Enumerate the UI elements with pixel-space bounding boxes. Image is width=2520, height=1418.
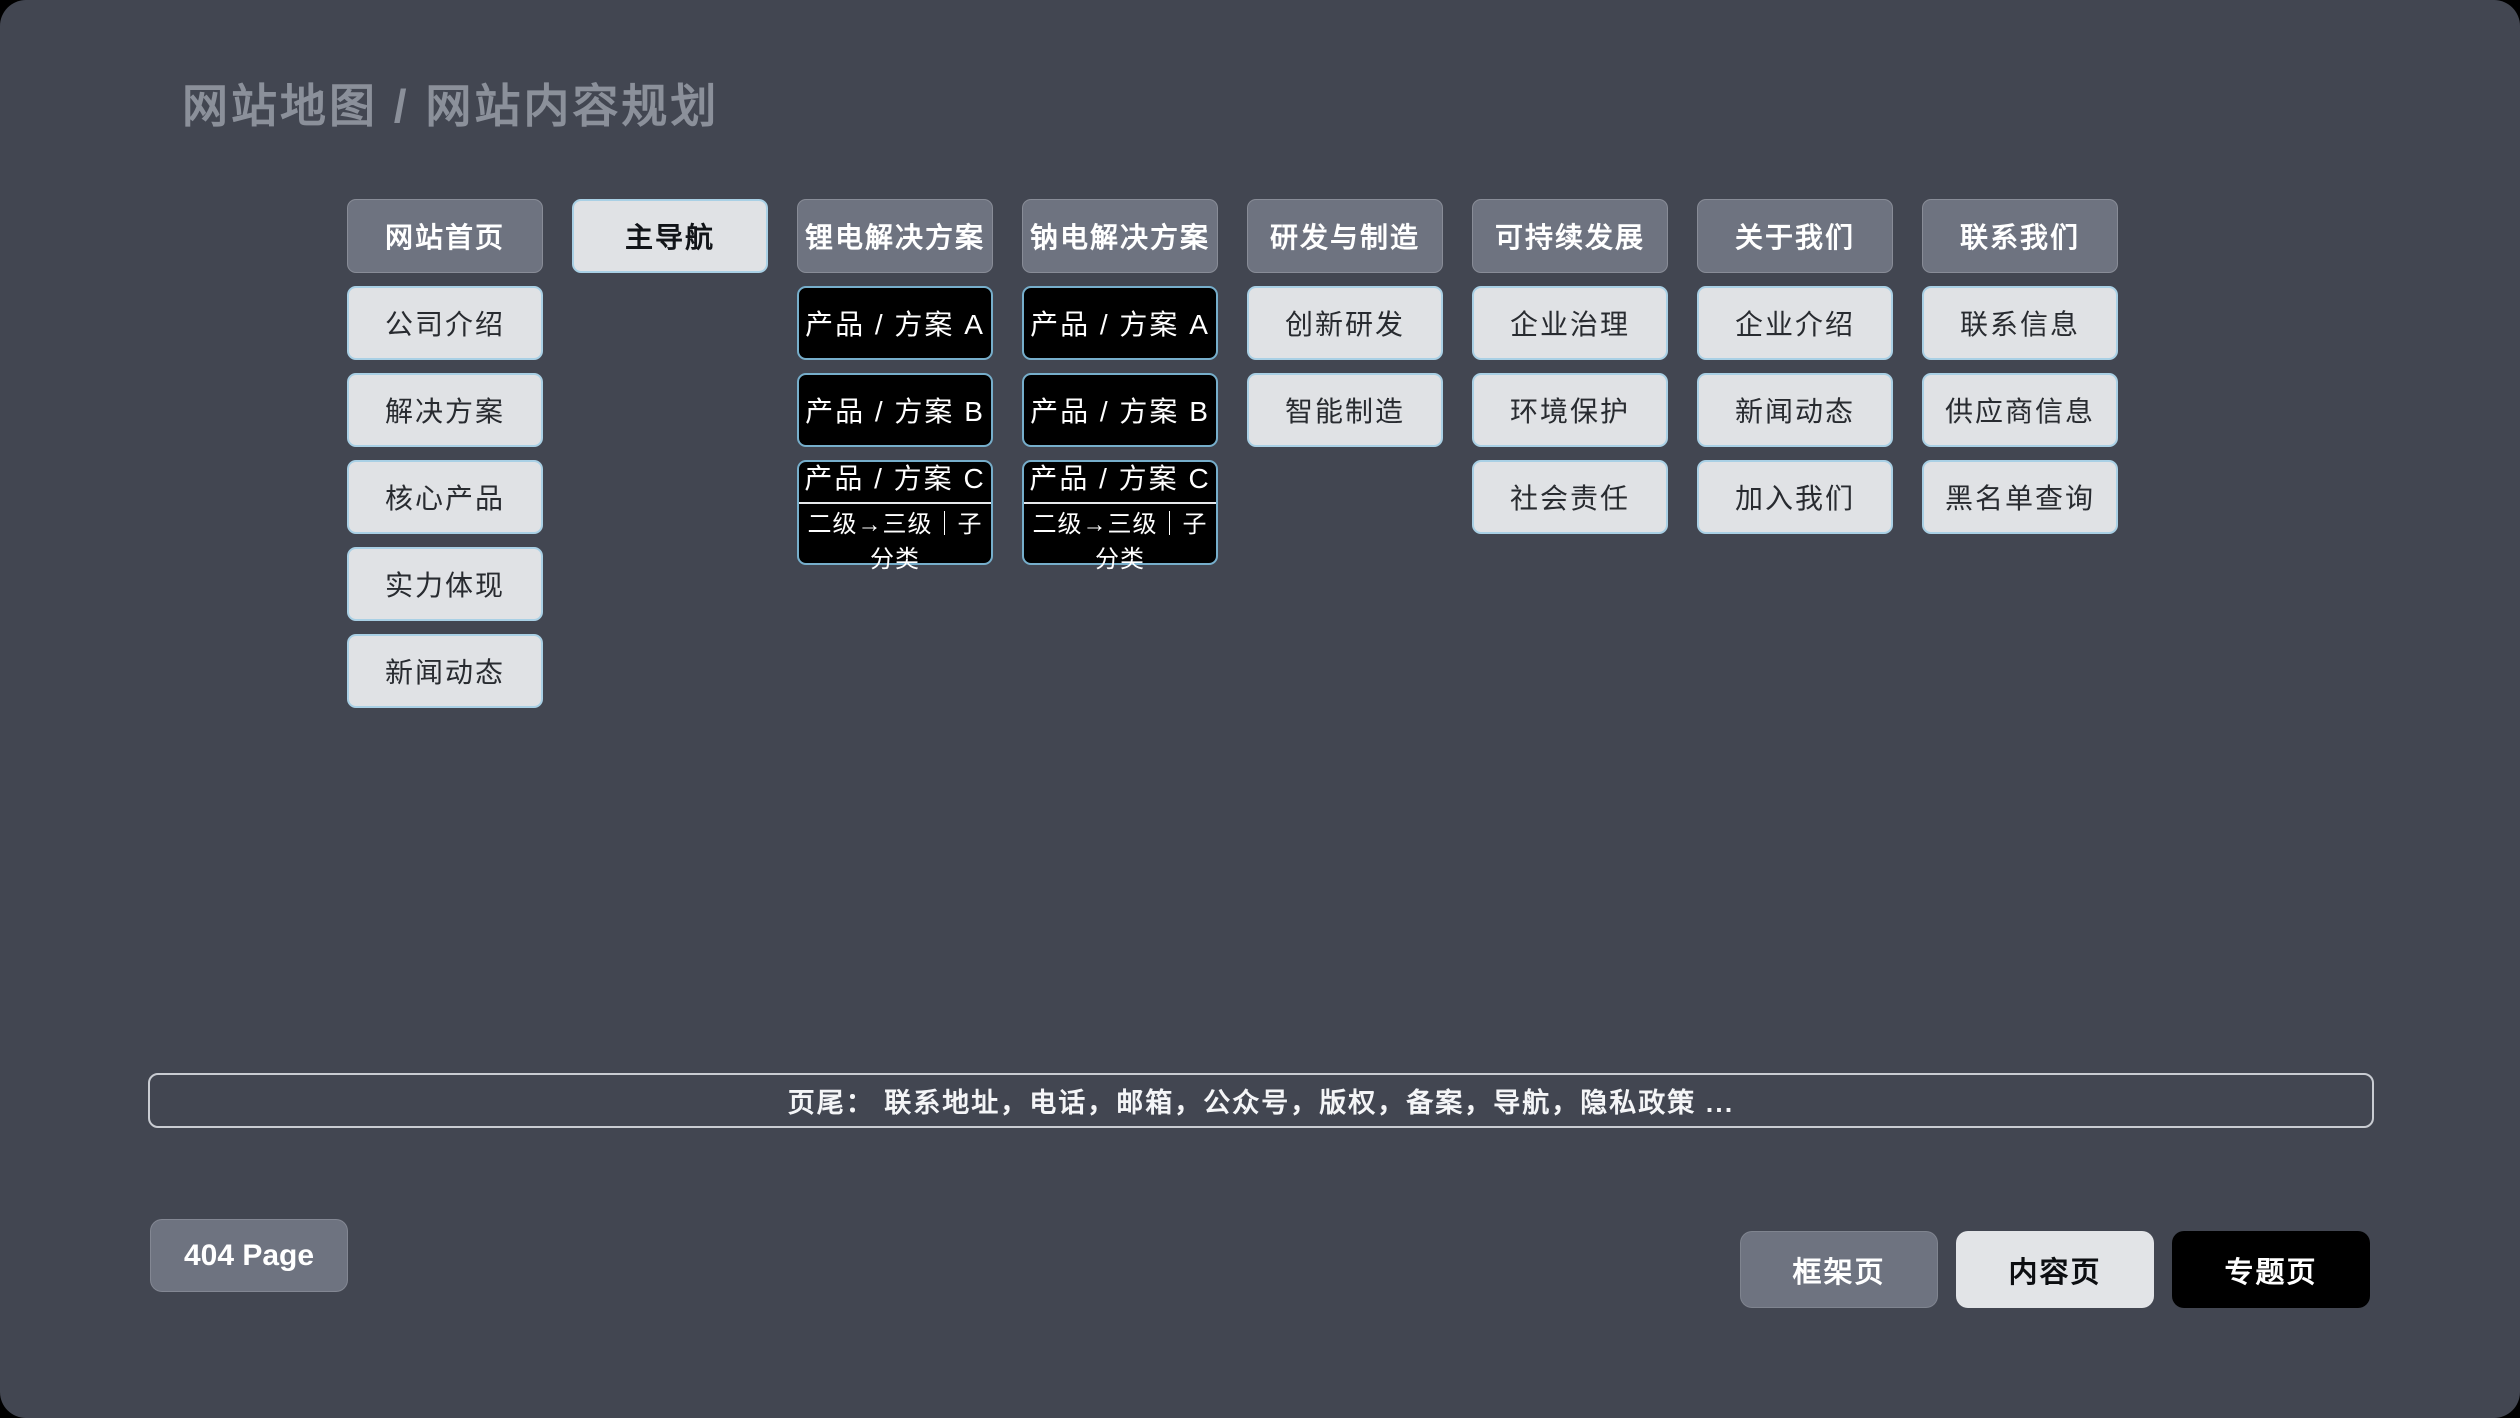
column-header-node[interactable]: 可持续发展 — [1472, 199, 1668, 273]
column-header-node[interactable]: 主导航 — [572, 199, 768, 273]
sitemap-group-node[interactable]: 产品 / 方案 C二级→三级｜子分类 — [797, 460, 993, 565]
sitemap-node[interactable]: 实力体现 — [347, 547, 543, 621]
sitemap-node[interactable]: 核心产品 — [347, 460, 543, 534]
group-main-label: 产品 / 方案 C — [1024, 451, 1216, 502]
footer-text: 页尾： 联系地址，电话，邮箱，公众号，版权，备案，导航，隐私政策 ... — [788, 1081, 1735, 1120]
sitemap-node[interactable]: 产品 / 方案 B — [1022, 373, 1218, 447]
sitemap-node[interactable]: 新闻动态 — [1697, 373, 1893, 447]
sitemap-node[interactable]: 黑名单查询 — [1922, 460, 2118, 534]
page-404-button[interactable]: 404 Page — [150, 1219, 348, 1292]
legend-special-page-button[interactable]: 专题页 — [2172, 1231, 2370, 1308]
sitemap-column: 网站首页公司介绍解决方案核心产品实力体现新闻动态 — [347, 199, 543, 708]
sitemap-node[interactable]: 产品 / 方案 A — [1022, 286, 1218, 360]
sitemap-node[interactable]: 新闻动态 — [347, 634, 543, 708]
sitemap-column: 锂电解决方案产品 / 方案 A 产品 / 方案 B 产品 / 方案 C二级→三级｜子… — [797, 199, 993, 565]
sitemap-node[interactable]: 智能制造 — [1247, 373, 1443, 447]
sitemap-node[interactable]: 公司介绍 — [347, 286, 543, 360]
group-sub-label: 二级→三级｜子分类 — [1024, 504, 1216, 574]
page-type-legend: 框架页 内容页 专题页 — [1740, 1231, 2370, 1308]
column-header-node[interactable]: 联系我们 — [1922, 199, 2118, 273]
sitemap-node[interactable]: 解决方案 — [347, 373, 543, 447]
column-header-node[interactable]: 锂电解决方案 — [797, 199, 993, 273]
sitemap-column: 主导航 — [572, 199, 768, 273]
column-header-node[interactable]: 钠电解决方案 — [1022, 199, 1218, 273]
sitemap-node[interactable]: 环境保护 — [1472, 373, 1668, 447]
sitemap-column: 钠电解决方案产品 / 方案 A 产品 / 方案 B 产品 / 方案 C二级→三级｜子… — [1022, 199, 1218, 565]
legend-frame-page-button[interactable]: 框架页 — [1740, 1231, 1938, 1308]
page-title: 网站地图 / 网站内容规划 — [182, 70, 719, 136]
sitemap-column: 研发与制造创新研发智能制造 — [1247, 199, 1443, 447]
group-sub-label: 二级→三级｜子分类 — [799, 504, 991, 574]
sitemap-node[interactable]: 加入我们 — [1697, 460, 1893, 534]
sitemap-node[interactable]: 产品 / 方案 A — [797, 286, 993, 360]
sitemap-node[interactable]: 社会责任 — [1472, 460, 1668, 534]
legend-content-page-button[interactable]: 内容页 — [1956, 1231, 2154, 1308]
column-header-node[interactable]: 关于我们 — [1697, 199, 1893, 273]
sitemap-node[interactable]: 企业介绍 — [1697, 286, 1893, 360]
column-header-node[interactable]: 网站首页 — [347, 199, 543, 273]
sitemap-node[interactable]: 供应商信息 — [1922, 373, 2118, 447]
sitemap-column: 可持续发展企业治理环境保护社会责任 — [1472, 199, 1668, 534]
sitemap-column: 关于我们企业介绍新闻动态加入我们 — [1697, 199, 1893, 534]
sitemap-node[interactable]: 创新研发 — [1247, 286, 1443, 360]
sitemap-canvas: 网站地图 / 网站内容规划 网站首页公司介绍解决方案核心产品实力体现新闻动态主导… — [0, 0, 2520, 1418]
group-main-label: 产品 / 方案 C — [799, 451, 991, 502]
column-header-node[interactable]: 研发与制造 — [1247, 199, 1443, 273]
sitemap-node[interactable]: 联系信息 — [1922, 286, 2118, 360]
sitemap-column: 联系我们联系信息供应商信息黑名单查询 — [1922, 199, 2118, 534]
sitemap-columns: 网站首页公司介绍解决方案核心产品实力体现新闻动态主导航锂电解决方案产品 / 方案… — [347, 199, 2118, 708]
sitemap-node[interactable]: 产品 / 方案 B — [797, 373, 993, 447]
footer-bar: 页尾： 联系地址，电话，邮箱，公众号，版权，备案，导航，隐私政策 ... — [148, 1073, 2374, 1128]
sitemap-group-node[interactable]: 产品 / 方案 C二级→三级｜子分类 — [1022, 460, 1218, 565]
sitemap-node[interactable]: 企业治理 — [1472, 286, 1668, 360]
